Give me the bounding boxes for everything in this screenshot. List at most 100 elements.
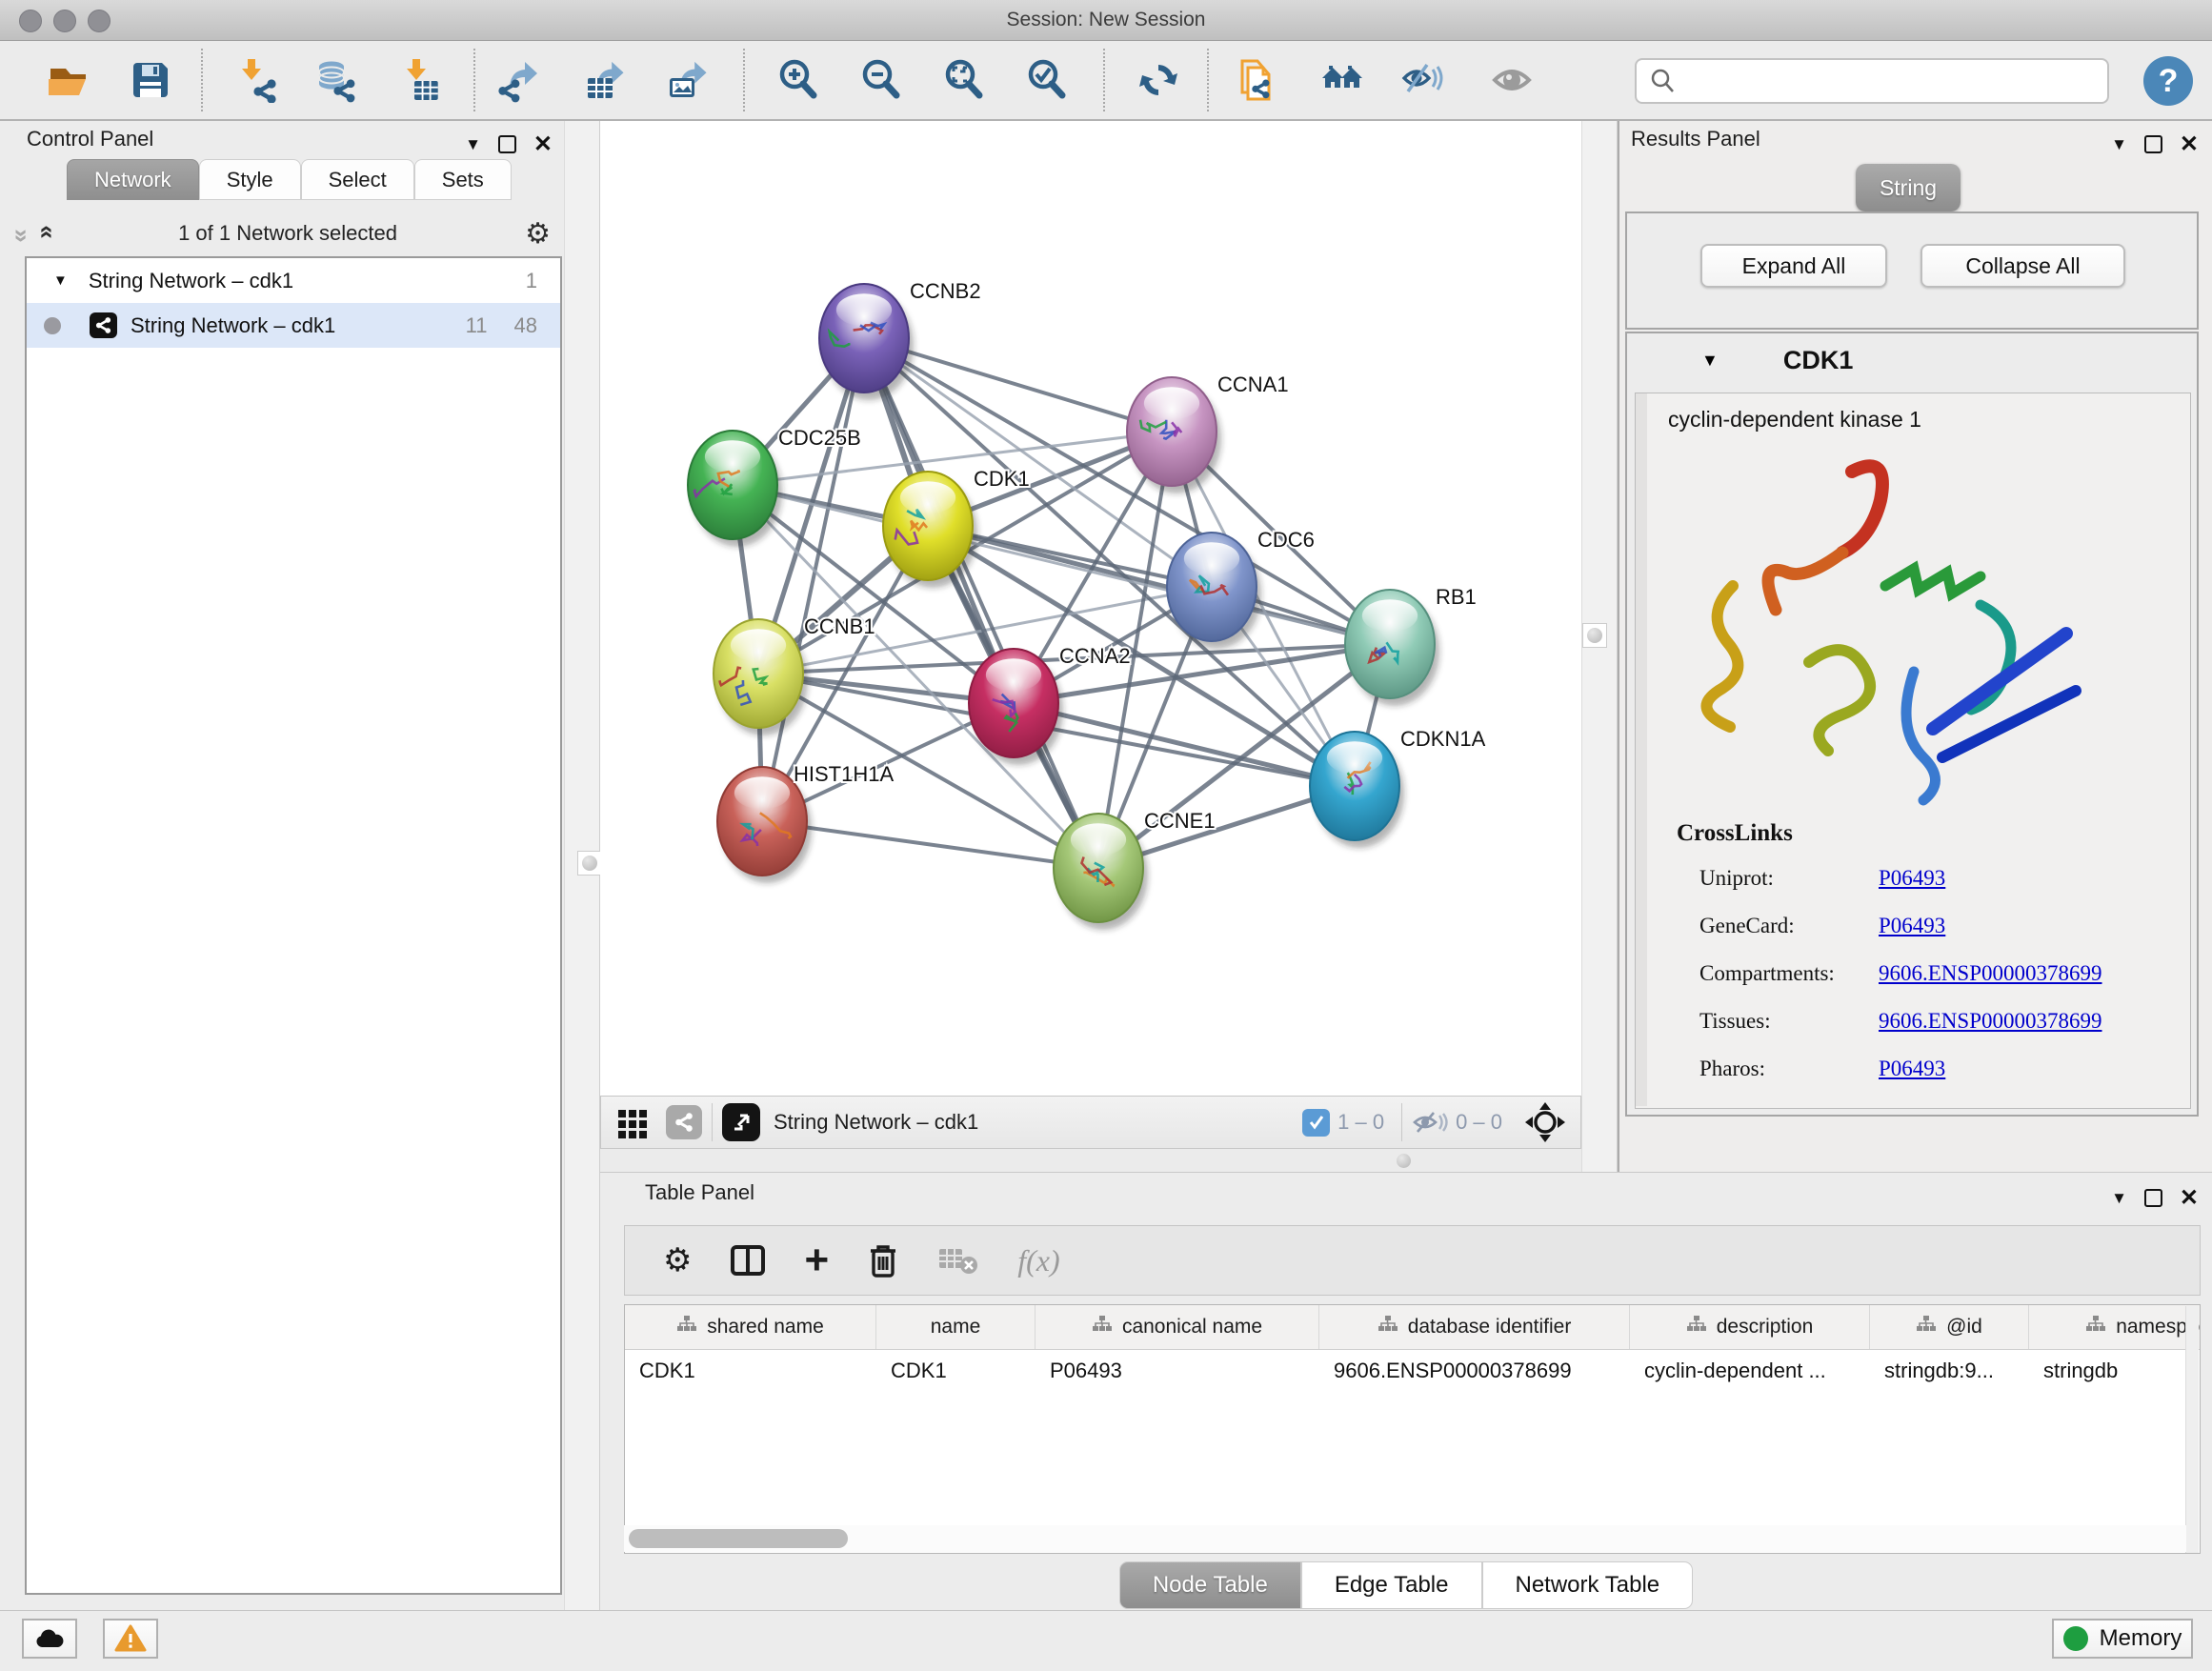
expand-all-button[interactable]: Expand All	[1700, 244, 1887, 288]
tree-expand-icon[interactable]: ▼	[53, 272, 68, 289]
import-network-icon[interactable]	[230, 52, 285, 108]
crosslink-link[interactable]: P06493	[1879, 866, 1945, 891]
expand-all-icon[interactable]: »	[30, 229, 60, 238]
share-view-icon[interactable]	[666, 1105, 702, 1139]
tab-edge-table[interactable]: Edge Table	[1301, 1561, 1482, 1609]
export-table-icon[interactable]	[577, 52, 633, 108]
memory-button[interactable]: Memory	[2052, 1619, 2193, 1659]
hide-selected-icon[interactable]	[1396, 52, 1451, 108]
selected-count: 1 – 0	[1337, 1110, 1384, 1135]
tab-node-table[interactable]: Node Table	[1119, 1561, 1301, 1609]
scrollbar-thumb[interactable]	[629, 1529, 848, 1548]
crosslink-link[interactable]: P06493	[1879, 914, 1945, 938]
zoom-fit-icon[interactable]	[936, 52, 992, 108]
horizontal-splitter-handle[interactable]	[1397, 1154, 1411, 1168]
crosslink-link[interactable]: 9606.ENSP00000378699	[1879, 1009, 2102, 1034]
panel-menu-icon[interactable]: ▼	[2111, 135, 2127, 154]
show-all-icon[interactable]	[1484, 52, 1539, 108]
panel-menu-icon[interactable]: ▼	[465, 135, 481, 154]
zoom-in-icon[interactable]	[771, 52, 826, 108]
zoom-selected-icon[interactable]	[1019, 52, 1075, 108]
gear-icon[interactable]: ⚙	[525, 217, 551, 251]
table-cell[interactable]: stringdb:9...	[1870, 1350, 2029, 1392]
left-splitter[interactable]	[564, 121, 600, 1610]
grid-view-icon[interactable]	[616, 1106, 649, 1138]
network-row[interactable]: String Network – cdk1 11 48	[27, 303, 560, 348]
collapse-all-button[interactable]: Collapse All	[1920, 244, 2125, 288]
column-header-canonical-name[interactable]: canonical name	[1036, 1305, 1319, 1349]
column-header-name[interactable]: name	[876, 1305, 1036, 1349]
crosslink-link[interactable]: 9606.ENSP00000378699	[1879, 961, 2102, 986]
right-splitter-handle[interactable]	[1582, 623, 1607, 648]
clipboard-network-icon[interactable]	[1228, 52, 1283, 108]
search-box[interactable]	[1635, 58, 2109, 104]
edge-CCNE1-HIST1H1A[interactable]	[762, 821, 1098, 868]
import-database-icon[interactable]	[308, 52, 363, 108]
edge-CCNB2-HIST1H1A[interactable]	[762, 338, 864, 821]
panel-close-icon[interactable]: ✕	[2180, 1184, 2199, 1212]
node-CCNE1[interactable]: CCNE1	[1054, 809, 1216, 930]
crosslink-link[interactable]: P06493	[1879, 1057, 1945, 1081]
results-scrollbar[interactable]	[1636, 393, 1647, 1106]
edge-CCNB2-CCNE1[interactable]	[864, 338, 1098, 868]
node-RB1[interactable]: RB1	[1345, 585, 1477, 706]
cloud-status-button[interactable]	[22, 1619, 77, 1659]
tab-select[interactable]: Select	[301, 159, 414, 200]
tab-network-table[interactable]: Network Table	[1482, 1561, 1694, 1609]
column-header--id[interactable]: @id	[1870, 1305, 2029, 1349]
save-session-icon[interactable]	[123, 52, 178, 108]
export-network-icon[interactable]	[492, 52, 547, 108]
node-CCNB1[interactable]: CCNB1	[714, 614, 875, 735]
tab-sets[interactable]: Sets	[414, 159, 512, 200]
help-button[interactable]: ?	[2143, 56, 2193, 106]
table-cell[interactable]: CDK1	[876, 1350, 1036, 1392]
network-canvas[interactable]: CCNB2CCNA1CDC25BCDK1CDC6RB1CCNB1CCNA2CDK…	[600, 121, 1581, 1096]
column-header-namespace[interactable]: namespace	[2029, 1305, 2201, 1349]
section-collapse-icon[interactable]: ▼	[1701, 351, 1719, 371]
table-cell[interactable]: P06493	[1036, 1350, 1319, 1392]
column-header-description[interactable]: description	[1630, 1305, 1870, 1349]
network-collection-row[interactable]: ▼ String Network – cdk1 1	[27, 258, 560, 303]
table-cell[interactable]: 9606.ENSP00000378699	[1319, 1350, 1630, 1392]
left-splitter-handle[interactable]	[577, 851, 602, 876]
tab-network[interactable]: Network	[67, 159, 199, 200]
table-row[interactable]: CDK1CDK1P064939606.ENSP00000378699cyclin…	[625, 1350, 2200, 1392]
table-cell[interactable]: stringdb	[2029, 1350, 2201, 1392]
panel-close-icon[interactable]: ✕	[533, 131, 553, 158]
table-cell[interactable]: CDK1	[625, 1350, 876, 1392]
protein-structure-image	[1695, 443, 2114, 815]
selected-checkbox-icon[interactable]	[1302, 1109, 1330, 1137]
column-header-database-identifier[interactable]: database identifier	[1319, 1305, 1630, 1349]
panel-float-icon[interactable]	[2144, 1189, 2162, 1207]
show-columns-icon[interactable]	[730, 1242, 766, 1278]
panel-float-icon[interactable]	[498, 135, 516, 153]
export-image-icon[interactable]	[660, 52, 715, 108]
node-HIST1H1A[interactable]: HIST1H1A	[717, 762, 894, 883]
tab-style[interactable]: Style	[199, 159, 301, 200]
panel-float-icon[interactable]	[2144, 135, 2162, 153]
table-settings-gear-icon[interactable]: ⚙	[663, 1241, 692, 1279]
tab-string[interactable]: String	[1856, 164, 1961, 211]
table-cell[interactable]: cyclin-dependent ...	[1630, 1350, 1870, 1392]
node-CCNB2[interactable]: CCNB2	[819, 279, 981, 400]
import-table-icon[interactable]	[394, 52, 450, 108]
zoom-out-icon[interactable]	[854, 52, 909, 108]
panel-menu-icon[interactable]: ▼	[2111, 1189, 2127, 1208]
right-splitter[interactable]	[1581, 121, 1618, 1172]
warnings-button[interactable]	[103, 1619, 158, 1659]
column-header-shared-name[interactable]: shared name	[625, 1305, 876, 1349]
panel-close-icon[interactable]: ✕	[2180, 131, 2199, 158]
node-CDKN1A[interactable]: CDKN1A	[1310, 727, 1486, 848]
table-vertical-scrollbar[interactable]	[2185, 1306, 2199, 1554]
delete-column-trash-icon[interactable]	[867, 1241, 899, 1279]
add-column-icon[interactable]: +	[804, 1242, 829, 1278]
node-table[interactable]: shared namenamecanonical namedatabase id…	[624, 1304, 2201, 1554]
home-icon[interactable]	[1316, 52, 1371, 108]
open-session-icon[interactable]	[40, 52, 95, 108]
center-view-icon[interactable]	[1523, 1100, 1567, 1144]
node-CCNA1[interactable]: CCNA1	[1127, 372, 1289, 493]
refresh-layout-icon[interactable]	[1131, 52, 1186, 108]
table-horizontal-scrollbar[interactable]	[624, 1525, 2186, 1552]
birdseye-view-icon[interactable]	[722, 1103, 760, 1141]
node-CCNA2[interactable]: CCNA2	[969, 644, 1131, 765]
